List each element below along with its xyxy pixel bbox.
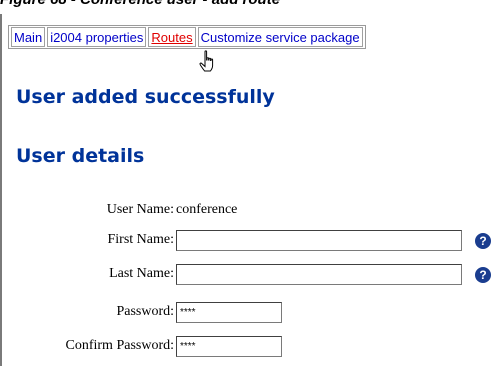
username-row: User Name: conference (0, 200, 497, 222)
username-value: conference (176, 202, 238, 217)
success-heading: User added successfully (16, 86, 275, 108)
confirm-password-row: Confirm Password: (0, 336, 497, 358)
user-details-heading: User details (16, 145, 145, 167)
tab-routes[interactable]: Routes (148, 27, 196, 47)
browser-frame: Main i2004 properties Routes Customize s… (0, 14, 497, 366)
lastname-label: Last Name: (109, 266, 174, 281)
tab-main[interactable]: Main (11, 27, 46, 47)
password-row: Password: (0, 302, 497, 324)
tab-bar: Main i2004 properties Routes Customize s… (8, 25, 366, 49)
lastname-help-icon[interactable]: ? (475, 267, 491, 283)
username-label: User Name: (106, 202, 174, 217)
tab-customize-service-package[interactable]: Customize service package (197, 27, 363, 47)
tab-i2004-properties[interactable]: i2004 properties (47, 27, 147, 47)
password-label: Password: (116, 304, 174, 319)
confirm-password-input[interactable] (176, 336, 282, 357)
hand-pointer-icon (199, 50, 214, 72)
firstname-row: First Name: ? (0, 230, 497, 252)
firstname-label: First Name: (107, 232, 175, 247)
lastname-input[interactable] (176, 264, 462, 285)
firstname-input[interactable] (176, 230, 462, 251)
firstname-help-icon[interactable]: ? (475, 233, 491, 249)
password-input[interactable] (176, 302, 282, 323)
lastname-row: Last Name: ? (0, 264, 497, 286)
confirm-password-label: Confirm Password: (65, 338, 175, 353)
figure-caption: Figure 68 - Conference user - add route (0, 0, 497, 8)
